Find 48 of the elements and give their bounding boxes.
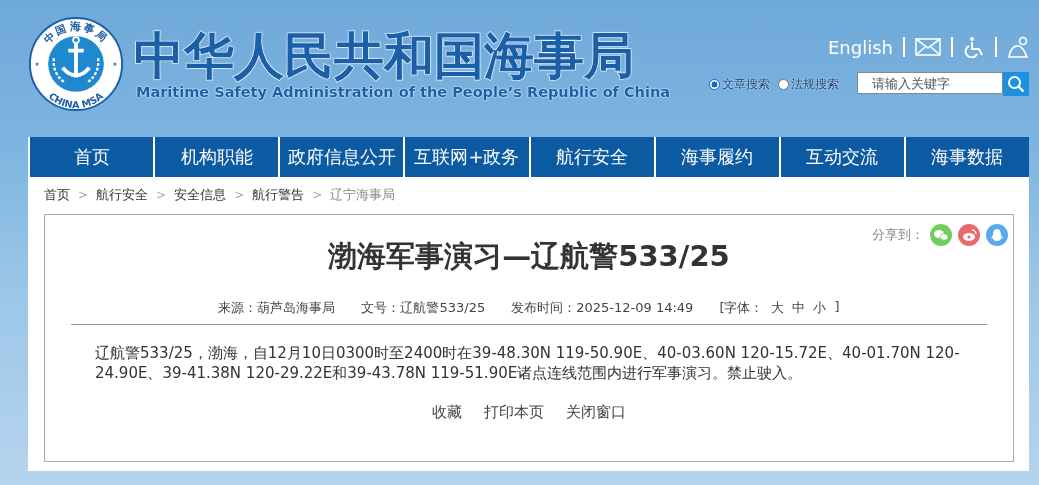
breadcrumb-separator: > (156, 188, 167, 202)
wechat-icon[interactable] (930, 224, 952, 246)
breadcrumb-link[interactable]: 安全信息 (174, 186, 227, 204)
nav-tab[interactable]: 互联网+政务 (405, 137, 529, 177)
search-button[interactable] (1003, 72, 1029, 96)
article-body: 辽航警533/25，渤海，自12月10日0300时至2400时在39-48.30N 119-50.90E、40-03.60N 120-15.72E、40-01.70N 120-24.90E、39-41.38N 120-29.22E和39-43.78N 119-51.90E诸点连线范围内进行军事演习。禁止驶入。 (95, 343, 961, 383)
breadcrumb-separator: > (312, 188, 323, 202)
font-size-option[interactable]: 大 (771, 299, 785, 317)
star-icon (35, 62, 40, 66)
nav-tab[interactable]: 海事数据 (905, 137, 1029, 177)
weibo-icon[interactable] (958, 224, 980, 246)
qq-icon[interactable] (986, 224, 1008, 246)
font-size-label: [字体： (719, 299, 764, 317)
article-action-link[interactable]: 收藏 (432, 403, 462, 422)
nav-tab[interactable]: 海事履约 (655, 137, 779, 177)
nav-tab[interactable]: 首页 (30, 137, 154, 177)
search-icon (1007, 75, 1025, 93)
article-action-link[interactable]: 打印本页 (484, 403, 544, 422)
wheelchair-icon[interactable] (963, 36, 985, 58)
mail-icon[interactable] (915, 36, 941, 58)
nav-tab[interactable]: 政府信息公开 (280, 137, 404, 177)
bracket: ] (834, 299, 840, 316)
search-field[interactable]: 请输入关键字 (857, 72, 1003, 94)
logo-ring-text: 中国海事局 (40, 20, 112, 46)
breadcrumb-link[interactable]: 航行警告 (252, 186, 305, 204)
breadcrumb-link[interactable]: 辽宁海事局 (330, 186, 396, 204)
article-meta: 文号：辽航警533/25 (361, 299, 486, 317)
article-action-link[interactable]: 关闭窗口 (566, 403, 626, 422)
article-meta: 发布时间：2025-12-09 14:49 (511, 299, 694, 317)
breadcrumb-link[interactable]: 首页 (44, 186, 70, 204)
breadcrumb-separator: > (78, 188, 89, 202)
person-icon[interactable] (1007, 36, 1029, 58)
font-size-option[interactable]: 中 (792, 299, 806, 317)
share-label: 分享到： (872, 226, 924, 244)
nav-tab[interactable]: 机构职能 (155, 137, 279, 177)
site-subtitle: Maritime Safety Administration of the People’s Republic of China (136, 84, 670, 100)
search-mode-radio[interactable]: 法规搜索 (778, 75, 839, 93)
nav-tab[interactable]: 互动交流 (780, 137, 904, 177)
nav-tab[interactable]: 航行安全 (530, 137, 654, 177)
breadcrumb-link[interactable]: 航行安全 (96, 186, 149, 204)
star-icon (112, 62, 117, 66)
article-meta: 来源：葫芦岛海事局 (218, 299, 336, 317)
font-size-option[interactable]: 小 (813, 299, 827, 317)
site-title: 中华人民共和国海事局 (134, 28, 635, 84)
logo-bottom-text: CHINA MSA (46, 90, 106, 111)
article-title: 渤海军事演习—辽航警533/25 (328, 238, 730, 275)
search-mode-radio[interactable]: 文章搜索 (709, 75, 770, 93)
breadcrumb-separator: > (234, 188, 245, 202)
